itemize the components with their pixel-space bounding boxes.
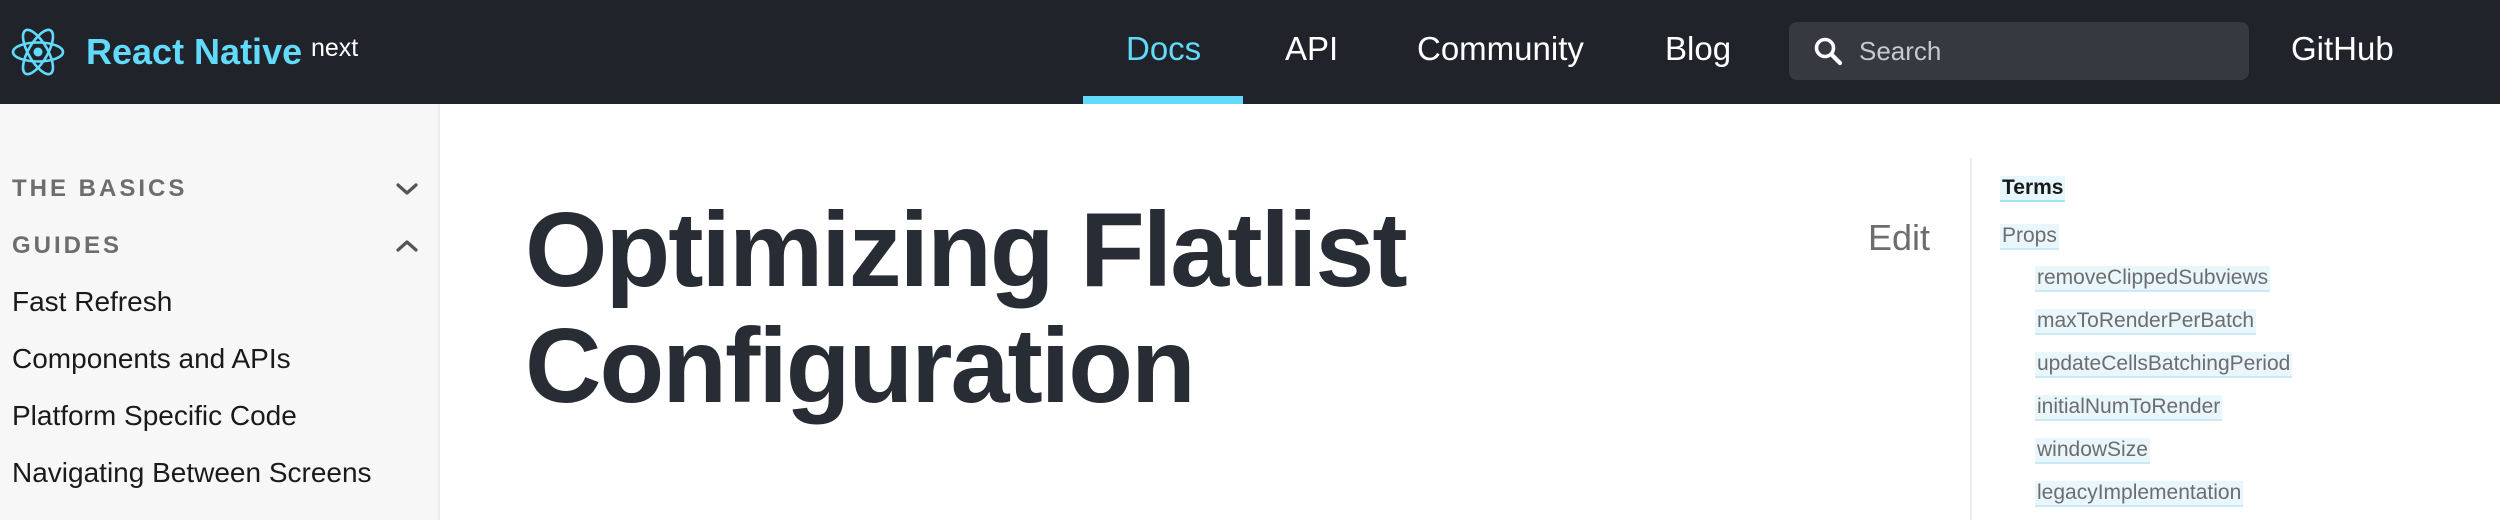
active-tab-indicator — [1083, 96, 1243, 104]
nav-link-blog[interactable]: Blog — [1665, 30, 1731, 68]
chevron-up-icon[interactable] — [392, 231, 422, 261]
sidebar-section-label: GUIDES — [12, 232, 123, 259]
toc-heading-terms[interactable]: Terms — [2000, 176, 2066, 202]
toc-link-props[interactable]: Props — [2000, 224, 2059, 250]
brand-title: React Native — [86, 31, 303, 72]
top-navbar: React Native next Docs API Community Blo… — [0, 0, 2500, 104]
github-link[interactable]: GitHub — [2291, 30, 2394, 68]
sidebar-section-the-basics[interactable]: THE BASICS — [12, 174, 422, 204]
sidebar-section-label: THE BASICS — [12, 175, 188, 202]
search-input[interactable] — [1859, 22, 2249, 80]
toc-link-legacy-implementation[interactable]: legacyImplementation — [2035, 481, 2244, 507]
page-title: Optimizing Flatlist Configuration — [525, 192, 1525, 424]
magnifier-icon — [1811, 34, 1845, 68]
docs-sidebar: THE BASICS GUIDES Fast Refresh Component… — [0, 104, 440, 520]
edit-page-link[interactable]: Edit — [1868, 217, 1930, 259]
sidebar-item-components-and-apis[interactable]: Components and APIs — [12, 343, 291, 375]
nav-link-api[interactable]: API — [1285, 30, 1338, 68]
chevron-down-icon[interactable] — [392, 174, 422, 204]
version-link[interactable]: next — [311, 34, 358, 63]
toc-link-window-size[interactable]: windowSize — [2035, 438, 2150, 464]
toc-link-initial-num-to-render[interactable]: initialNumToRender — [2035, 395, 2223, 421]
toc-link-update-cells-batching-period[interactable]: updateCellsBatchingPeriod — [2035, 352, 2293, 378]
nav-link-docs[interactable]: Docs — [1126, 30, 1201, 68]
page-title-line-1: Optimizing Flatlist — [525, 191, 1408, 309]
page-title-line-2: Configuration — [525, 307, 1196, 425]
nav-link-community[interactable]: Community — [1417, 30, 1584, 68]
react-atom-icon — [10, 24, 66, 80]
toc-divider — [1970, 158, 1972, 520]
brand-home-link[interactable]: React Native — [10, 22, 302, 82]
sidebar-item-navigating-between-screens[interactable]: Navigating Between Screens — [12, 457, 372, 489]
toc-link-remove-clipped-subviews[interactable]: removeClippedSubviews — [2035, 266, 2271, 292]
sidebar-item-fast-refresh[interactable]: Fast Refresh — [12, 286, 172, 318]
sidebar-section-guides[interactable]: GUIDES — [12, 231, 422, 261]
toc-link-max-to-render-per-batch[interactable]: maxToRenderPerBatch — [2035, 309, 2257, 335]
sidebar-item-platform-specific-code[interactable]: Platform Specific Code — [12, 400, 297, 432]
search-box[interactable] — [1789, 22, 2249, 80]
